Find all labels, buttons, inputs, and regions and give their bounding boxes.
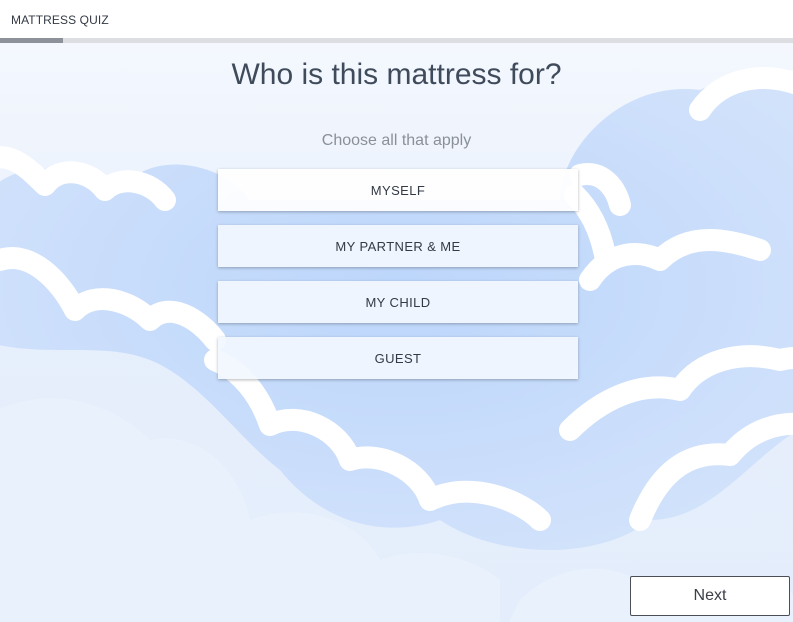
option-myself[interactable]: MYSELF — [218, 169, 578, 211]
quiz-page: MATTRESS QUIZ Who is this mattress for? … — [0, 0, 793, 622]
question-hint: Choose all that apply — [321, 132, 472, 149]
app-title: MATTRESS QUIZ — [11, 13, 109, 27]
option-my-child[interactable]: MY CHILD — [218, 281, 578, 323]
option-label: MY PARTNER & ME — [335, 238, 461, 254]
progress-fill — [0, 38, 64, 43]
option-guest[interactable]: GUEST — [218, 337, 578, 379]
option-partner-and-me[interactable]: MY PARTNER & ME — [218, 225, 578, 267]
next-button[interactable]: Next — [630, 576, 790, 616]
option-label: MY CHILD — [365, 294, 431, 310]
quiz-header: MATTRESS QUIZ — [0, 0, 793, 38]
answer-options: MYSELF MY PARTNER & ME MY CHILD GUEST — [218, 169, 578, 393]
next-button-label: Next — [693, 587, 727, 604]
option-label: GUEST — [374, 350, 422, 366]
option-label: MYSELF — [370, 182, 426, 198]
question-title: Who is this mattress for? — [231, 58, 562, 91]
progress-bar — [0, 38, 793, 43]
